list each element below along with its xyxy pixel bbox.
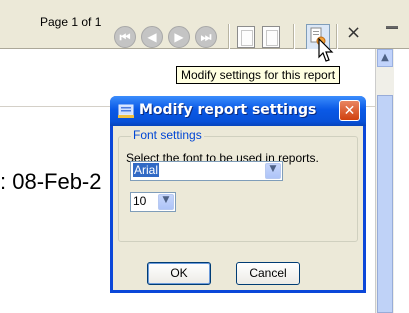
modify-report-settings-dialog: Modify report settings ✕ Font settings S… [110,96,366,293]
page-view-icon[interactable] [237,26,255,48]
cancel-button[interactable]: Cancel [236,262,300,285]
scroll-up-icon[interactable]: ▲ [377,49,393,67]
dialog-titlebar[interactable]: Modify report settings ✕ [110,96,366,126]
font-select-value: Arial [133,163,160,177]
last-page-icon[interactable]: ⏭ [195,26,217,48]
scroll-thumb[interactable] [377,95,393,313]
font-size-value: 10 [133,194,147,208]
first-page-icon[interactable]: ⏮ [114,26,136,48]
group-label: Font settings [131,128,204,142]
minimize-icon[interactable] [386,26,398,29]
toolbar-separator [293,24,295,50]
vertical-scrollbar[interactable]: ▲ [375,49,394,313]
toolbar-separator [228,24,230,50]
tooltip: Modify settings for this report [176,66,341,84]
close-icon[interactable]: × [346,22,361,43]
mouse-cursor-icon [318,38,334,62]
prev-page-icon[interactable]: ◀ [141,26,163,48]
report-date-fragment: : 08-Feb-2 [0,169,102,194]
font-select[interactable]: Arial ▼ [130,161,283,181]
page-width-icon[interactable] [262,26,280,48]
app-icon [118,104,134,118]
chevron-down-icon[interactable]: ▼ [265,163,281,179]
page-indicator: Page 1 of 1 [40,15,102,29]
dialog-title: Modify report settings [139,102,317,118]
next-page-icon[interactable]: ▶ [168,26,190,48]
font-settings-group: Font settings Select the font to be used… [118,128,358,242]
chevron-down-icon[interactable]: ▼ [158,194,174,210]
top-strip [0,0,409,10]
font-size-select[interactable]: 10 ▼ [130,192,176,212]
ok-button[interactable]: OK [147,262,211,285]
report-toolbar: Page 1 of 1 ⏮ ◀ ▶ ⏭ × [0,10,409,50]
dialog-close-button[interactable]: ✕ [339,100,360,121]
